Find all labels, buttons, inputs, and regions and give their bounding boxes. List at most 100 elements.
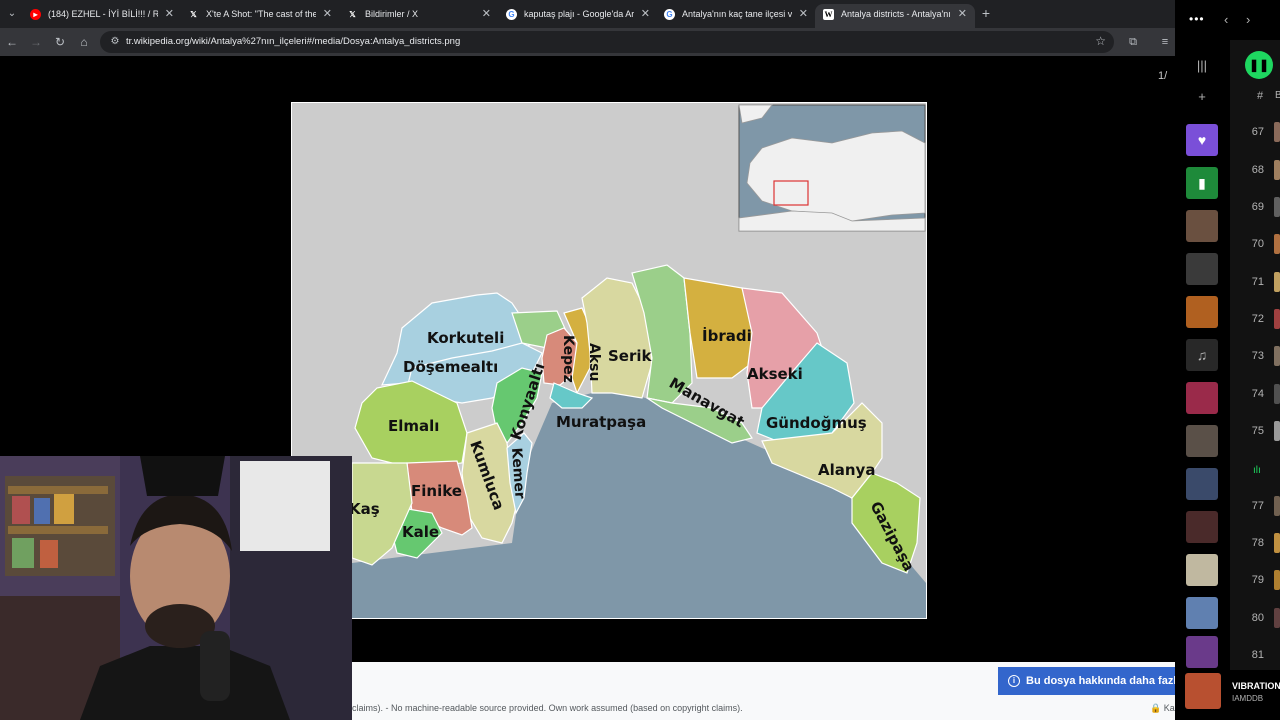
now-playing-artist[interactable]: IAMDDB xyxy=(1232,694,1263,703)
close-icon[interactable]: ✕ xyxy=(799,4,808,24)
track-number: 75 xyxy=(1251,425,1264,437)
playlist-thumb[interactable] xyxy=(1186,468,1218,500)
close-icon[interactable]: ✕ xyxy=(482,4,491,24)
track-number: 67 xyxy=(1251,126,1264,138)
track-art[interactable] xyxy=(1274,160,1280,180)
wikipedia-icon: W xyxy=(823,9,834,20)
info-icon: i xyxy=(1008,675,1020,687)
bookmark-star-icon[interactable]: ☆ xyxy=(1095,34,1106,48)
tab-wikipedia[interactable]: W Antalya districts - Antalya'nın il ✕ xyxy=(815,4,975,28)
label-finike: Finike xyxy=(411,482,462,500)
playlist-thumb[interactable] xyxy=(1186,597,1218,629)
saved-episodes-thumb[interactable]: ▮ xyxy=(1186,167,1218,199)
track-number: 69 xyxy=(1251,201,1264,213)
label-kale: Kale xyxy=(402,523,439,541)
tab-title: X'te A Shot: "The cast of the live xyxy=(206,9,316,19)
now-playing-art[interactable] xyxy=(1185,673,1221,709)
home-icon[interactable]: ⌂ xyxy=(75,33,93,51)
address-bar[interactable]: ⚙ tr.wikipedia.org/wiki/Antalya%27nın_il… xyxy=(100,31,1114,53)
google-icon: G xyxy=(506,9,517,20)
more-options-icon[interactable]: ••• xyxy=(1189,12,1205,26)
playlist-thumb[interactable] xyxy=(1186,636,1218,668)
track-art[interactable] xyxy=(1274,346,1280,366)
close-icon[interactable]: ✕ xyxy=(323,4,332,24)
track-art[interactable] xyxy=(1274,122,1280,142)
track-number: 71 xyxy=(1251,276,1264,288)
label-dosemealti: Döşemealtı xyxy=(403,358,498,376)
track-art[interactable] xyxy=(1274,608,1280,628)
now-playing-title[interactable]: VIBRATION xyxy=(1232,681,1280,691)
site-info-icon[interactable]: ⚙ xyxy=(108,35,122,49)
google-icon: G xyxy=(664,9,675,20)
track-art[interactable] xyxy=(1274,197,1280,217)
track-number: 70 xyxy=(1251,238,1264,250)
track-number-header: # xyxy=(1257,90,1264,102)
track-number: 80 xyxy=(1251,612,1264,624)
close-icon[interactable]: ✕ xyxy=(641,4,650,24)
label-akseki: Akseki xyxy=(747,365,803,383)
more-info-button[interactable]: i Bu dosya hakkında daha fazla xyxy=(998,667,1175,695)
tab-google-kaputas[interactable]: G kaputaş plajı - Google'da Ara ✕ xyxy=(498,4,658,28)
tab-title: Bildirimler / X xyxy=(365,9,419,19)
map-svg: Korkuteli Döşemealtı Elmalı Konyaaltı Ke… xyxy=(292,103,926,618)
forward-arrow-icon[interactable]: → xyxy=(27,33,45,51)
close-icon[interactable]: ✕ xyxy=(165,4,174,24)
chevron-left-icon[interactable]: ‹ xyxy=(1224,12,1228,27)
label-kepez: Kepez xyxy=(560,335,576,383)
new-tab-button[interactable]: + xyxy=(978,4,994,22)
playlist-thumb[interactable] xyxy=(1186,425,1218,457)
chevron-right-icon[interactable]: › xyxy=(1246,12,1250,27)
antalya-districts-map: Korkuteli Döşemealtı Elmalı Konyaaltı Ke… xyxy=(291,102,927,619)
library-icon[interactable]: ||| xyxy=(1193,57,1211,75)
label-elmali: Elmalı xyxy=(388,417,439,435)
playlist-thumb[interactable] xyxy=(1186,296,1218,328)
track-art[interactable] xyxy=(1274,234,1280,254)
playlist-thumb[interactable] xyxy=(1186,253,1218,285)
track-art[interactable] xyxy=(1274,272,1280,292)
track-number: 81 xyxy=(1251,649,1264,661)
label-serik: Serik xyxy=(608,347,653,365)
url-text[interactable]: tr.wikipedia.org/wiki/Antalya%27nın_ilçe… xyxy=(126,31,460,53)
play-pause-button[interactable]: ❚❚ xyxy=(1245,51,1273,79)
tab-x-notifications[interactable]: 𝕏 Bildirimler / X ✕ xyxy=(339,4,499,28)
close-icon[interactable]: ✕ xyxy=(958,4,967,24)
track-art[interactable] xyxy=(1274,384,1280,404)
reload-icon[interactable]: ↻ xyxy=(51,33,69,51)
lock-icon: 🔒 xyxy=(1150,703,1162,713)
browser-toolbar: ← → ↻ ⌂ ⚙ tr.wikipedia.org/wiki/Antalya%… xyxy=(0,28,1175,56)
playlist-thumb[interactable]: ♫ xyxy=(1186,339,1218,371)
playlist-thumb[interactable] xyxy=(1186,554,1218,586)
library-column: ||| + ♥ ▮ ♫ xyxy=(1175,40,1230,670)
pause-icon: ❚❚ xyxy=(1248,58,1270,72)
license-link[interactable]: 🔒 Ka xyxy=(1150,703,1175,714)
tab-title: (184) EZHEL - İYİ BİLİ!!! / ROLES xyxy=(48,9,158,19)
track-number: 68 xyxy=(1251,164,1264,176)
tab-title: Antalya districts - Antalya'nın il xyxy=(841,9,951,19)
track-number: 77 xyxy=(1251,500,1264,512)
music-sidebar: ••• ‹ › ||| + ♥ ▮ ♫ xyxy=(1175,0,1280,720)
tab-youtube[interactable]: ▸ (184) EZHEL - İYİ BİLİ!!! / ROLES ✕ xyxy=(22,4,182,28)
label-gundogmus: Gündoğmuş xyxy=(766,414,867,432)
label-muratpasa: Muratpaşa xyxy=(556,413,646,431)
track-art[interactable] xyxy=(1274,309,1280,329)
reading-list-icon[interactable]: ≡ xyxy=(1156,33,1174,51)
now-playing-equalizer-icon: ılı xyxy=(1253,465,1261,476)
youtube-icon: ▸ xyxy=(30,9,41,20)
tab-google-antalya[interactable]: G Antalya'nın kaç tane ilçesi var ha ✕ xyxy=(656,4,816,28)
back-arrow-icon[interactable]: ← xyxy=(3,33,21,51)
add-icon[interactable]: + xyxy=(1193,88,1211,106)
track-art[interactable] xyxy=(1274,496,1280,516)
license-claims-text: claims). - No machine-readable source pr… xyxy=(352,703,743,713)
playlist-thumb[interactable] xyxy=(1186,382,1218,414)
playlist-thumb[interactable] xyxy=(1186,210,1218,242)
image-counter: 1/ xyxy=(1158,70,1168,82)
extensions-icon[interactable]: ⧉ xyxy=(1124,33,1142,51)
track-art[interactable] xyxy=(1274,570,1280,590)
track-art[interactable] xyxy=(1274,533,1280,553)
playlist-thumb[interactable] xyxy=(1186,511,1218,543)
liked-songs-thumb[interactable]: ♥ xyxy=(1186,124,1218,156)
tab-search-chevron-icon[interactable]: ⌄ xyxy=(3,5,21,23)
tab-x-post[interactable]: 𝕏 X'te A Shot: "The cast of the live ✕ xyxy=(180,4,340,28)
x-icon: 𝕏 xyxy=(190,10,197,19)
track-art[interactable] xyxy=(1274,421,1280,441)
